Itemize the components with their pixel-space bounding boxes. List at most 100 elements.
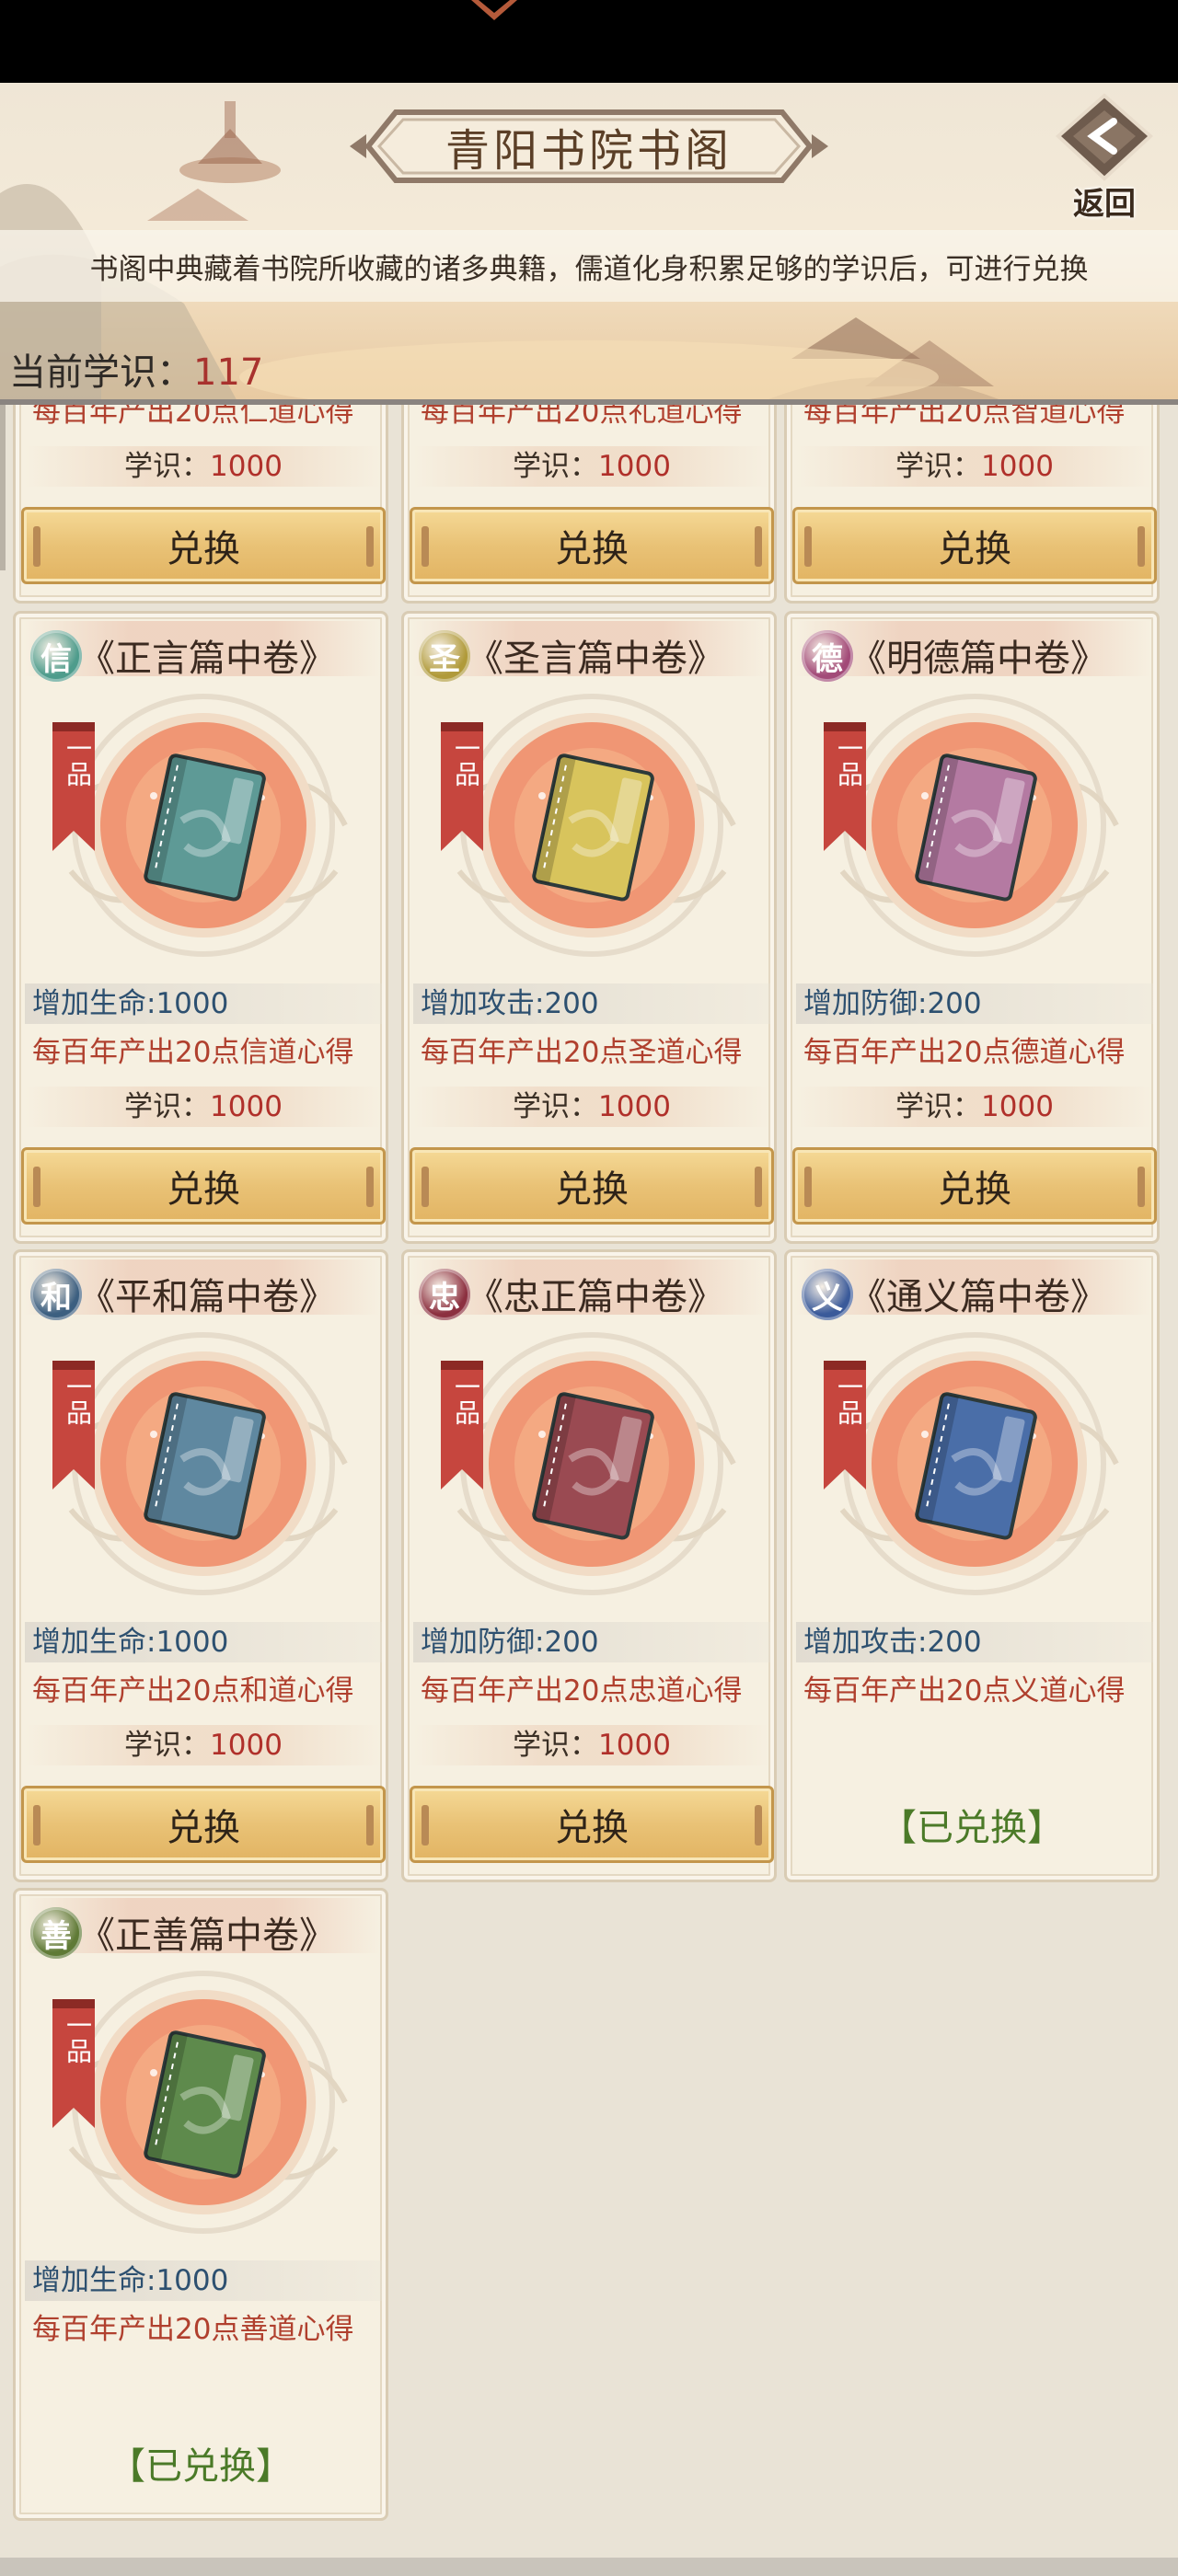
book-title: 《正言篇中卷》: [78, 638, 336, 680]
book-title: 《平和篇中卷》: [78, 1276, 336, 1318]
book-grid: 每百年产出20点仁道心得 学识：1000 兑换 每百年产出20点礼道心得 学识：…: [0, 405, 1178, 2576]
stat-bonus: 增加攻击:200: [413, 983, 770, 1024]
cost-label: 学识：: [124, 1729, 211, 1762]
book-card: 德 《明德篇中卷》 一品 增加防御:200 每百年产出20点德道心得 学识：10…: [784, 611, 1160, 1244]
virtue-badge: 善: [30, 1907, 82, 1959]
book-title: 《正善篇中卷》: [78, 1915, 336, 1957]
produce-text: 每百年产出20点善道心得: [32, 2313, 354, 2346]
book-card: 信 《正言篇中卷》 一品 增加生命:1000 每百年产出20点信道心得 学识：1…: [13, 611, 388, 1244]
rank-label: 一品: [63, 2012, 93, 2064]
book-title: 《明德篇中卷》: [849, 638, 1107, 680]
stat-bonus: 增加生命:1000: [25, 1622, 382, 1662]
stat-bonus: 增加生命:1000: [25, 983, 382, 1024]
exchange-button[interactable]: 兑换: [410, 1786, 774, 1863]
card-title-bar: 信 《正言篇中卷》: [23, 621, 380, 682]
cost-text: 学识：1000: [413, 1725, 770, 1765]
header: 青阳书院书阁 返回 书阁中典藏着书院所收藏的诸多典籍，儒道化身积累足够的学识后，…: [0, 83, 1178, 405]
description-text: 书阁中典藏着书院所收藏的诸多典籍，儒道化身积累足够的学识后，可进行兑换: [0, 230, 1178, 302]
virtue-badge: 忠: [419, 1269, 470, 1320]
exchange-button[interactable]: 兑换: [21, 507, 386, 584]
exchange-button[interactable]: 兑换: [410, 507, 774, 584]
exchange-button-label: 兑换: [938, 1168, 1011, 1211]
rank-ribbon: 一品: [824, 722, 866, 851]
rank-label: 一品: [63, 735, 93, 787]
rank-label: 一品: [63, 1374, 93, 1425]
back-icon: [1056, 93, 1153, 181]
cost-label: 学识：: [513, 1729, 599, 1762]
book-card: 忠 《忠正篇中卷》 一品 增加防御:200 每百年产出20点忠道心得 学识：10…: [401, 1249, 777, 1882]
page-title: 青阳书院书阁: [445, 125, 733, 177]
virtue-badge: 德: [802, 630, 853, 682]
current-knowledge: 当前学识：117: [9, 342, 263, 396]
produce-text: 每百年产出20点忠道心得: [421, 1674, 743, 1708]
exchange-button-label: 兑换: [555, 1807, 629, 1849]
book-card-partial: 每百年产出20点礼道心得 学识：1000 兑换: [401, 405, 777, 604]
book-card: 圣 《圣言篇中卷》 一品 增加攻击:200 每百年产出20点圣道心得 学识：10…: [401, 611, 777, 1244]
cost-text: 学识：1000: [25, 1725, 382, 1765]
cost-text: 学识：1000: [796, 1087, 1153, 1127]
rank-label: 一品: [451, 1374, 481, 1425]
card-title-bar: 义 《通义篇中卷》: [794, 1259, 1151, 1320]
rank-ribbon: 一品: [52, 722, 95, 851]
cost-label: 学识：: [124, 1090, 211, 1123]
produce-text: 每百年产出20点义道心得: [803, 1674, 1126, 1708]
cost-text: 学识：1000: [796, 446, 1153, 487]
produce-text: 每百年产出20点德道心得: [803, 1036, 1126, 1069]
book-title: 《通义篇中卷》: [849, 1276, 1107, 1318]
exchanged-label: 【已兑换】: [880, 1807, 1064, 1849]
cost-value: 1000: [210, 1729, 283, 1762]
rank-label: 一品: [834, 735, 864, 787]
exchange-button[interactable]: 兑换: [792, 507, 1157, 584]
title-plaque-text-wrap: 青阳书院书阁: [350, 107, 828, 186]
game-logo-icon: [471, 0, 517, 20]
cost-value: 1000: [598, 1729, 671, 1762]
cost-text: 学识：1000: [413, 1087, 770, 1127]
back-label: 返回: [1073, 186, 1136, 223]
produce-text: 每百年产出20点仁道心得: [32, 405, 354, 429]
exchange-button[interactable]: 兑换: [21, 1786, 386, 1863]
exchange-button[interactable]: 兑换: [21, 1147, 386, 1225]
card-title-bar: 德 《明德篇中卷》: [794, 621, 1151, 682]
rank-ribbon: 一品: [441, 1361, 483, 1489]
cost-label: 学识：: [513, 1090, 599, 1123]
book-card: 善 《正善篇中卷》 一品 增加生命:1000 每百年产出20点善道心得 【已兑换…: [13, 1888, 388, 2521]
exchange-button-label: 兑换: [555, 1168, 629, 1211]
exchange-button-label: 兑换: [167, 1168, 240, 1211]
book-card-partial: 每百年产出20点智道心得 学识：1000 兑换: [784, 405, 1160, 604]
book-card: 义 《通义篇中卷》 一品 增加攻击:200 每百年产出20点义道心得 【已兑换】: [784, 1249, 1160, 1882]
exchanged-label: 【已兑换】: [109, 2445, 293, 2488]
rank-ribbon: 一品: [52, 1361, 95, 1489]
book-card: 和 《平和篇中卷》 一品 增加生命:1000 每百年产出20点和道心得 学识：1…: [13, 1249, 388, 1882]
rank-label: 一品: [834, 1374, 864, 1425]
back-button[interactable]: 返回: [1040, 90, 1169, 223]
virtue-badge: 和: [30, 1269, 82, 1320]
card-title-bar: 忠 《忠正篇中卷》: [411, 1259, 768, 1320]
stat-bonus: 增加防御:200: [796, 983, 1153, 1024]
cost-value: 1000: [981, 1090, 1054, 1123]
exchange-button[interactable]: 兑换: [410, 1147, 774, 1225]
cost-value: 1000: [210, 1090, 283, 1123]
status-bar: [0, 0, 1178, 83]
cost-text: 学识：1000: [25, 446, 382, 487]
rank-label: 一品: [451, 735, 481, 787]
stat-bonus: 增加生命:1000: [25, 2260, 382, 2301]
virtue-badge: 圣: [419, 630, 470, 682]
virtue-badge: 义: [802, 1269, 853, 1320]
card-title-bar: 圣 《圣言篇中卷》: [411, 621, 768, 682]
exchange-button[interactable]: 兑换: [792, 1147, 1157, 1225]
cost-label: 学识：: [895, 1090, 982, 1123]
cost-text: 学识：1000: [25, 1087, 382, 1127]
bottom-bar: [0, 2558, 1178, 2576]
produce-text: 每百年产出20点圣道心得: [421, 1036, 743, 1069]
book-card-partial: 每百年产出20点仁道心得 学识：1000 兑换: [13, 405, 388, 604]
produce-text: 每百年产出20点礼道心得: [421, 405, 743, 429]
stat-bonus: 增加攻击:200: [796, 1622, 1153, 1662]
cost-value: 1000: [598, 1090, 671, 1123]
rank-ribbon: 一品: [824, 1361, 866, 1489]
book-title: 《忠正篇中卷》: [467, 1276, 724, 1318]
stat-bonus: 增加防御:200: [413, 1622, 770, 1662]
card-title-bar: 和 《平和篇中卷》: [23, 1259, 380, 1320]
rank-ribbon: 一品: [52, 1999, 95, 2128]
card-title-bar: 善 《正善篇中卷》: [23, 1898, 380, 1959]
current-knowledge-label: 当前学识：: [9, 351, 193, 394]
